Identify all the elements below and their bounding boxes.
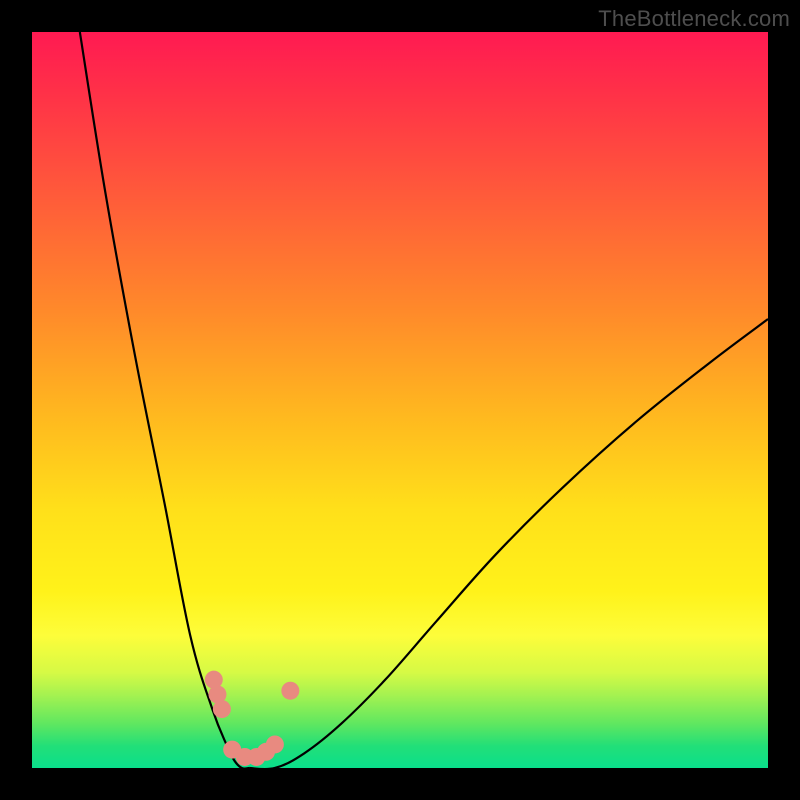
- marker-dot: [213, 700, 231, 718]
- marker-dot: [281, 682, 299, 700]
- curve-right-branch: [249, 319, 768, 768]
- curve-left-branch: [80, 32, 249, 768]
- marker-dots: [205, 671, 300, 766]
- watermark-text: TheBottleneck.com: [598, 6, 790, 32]
- plot-area: [32, 32, 768, 768]
- marker-dot: [266, 735, 284, 753]
- outer-frame: TheBottleneck.com: [0, 0, 800, 800]
- curve-layer: [32, 32, 768, 768]
